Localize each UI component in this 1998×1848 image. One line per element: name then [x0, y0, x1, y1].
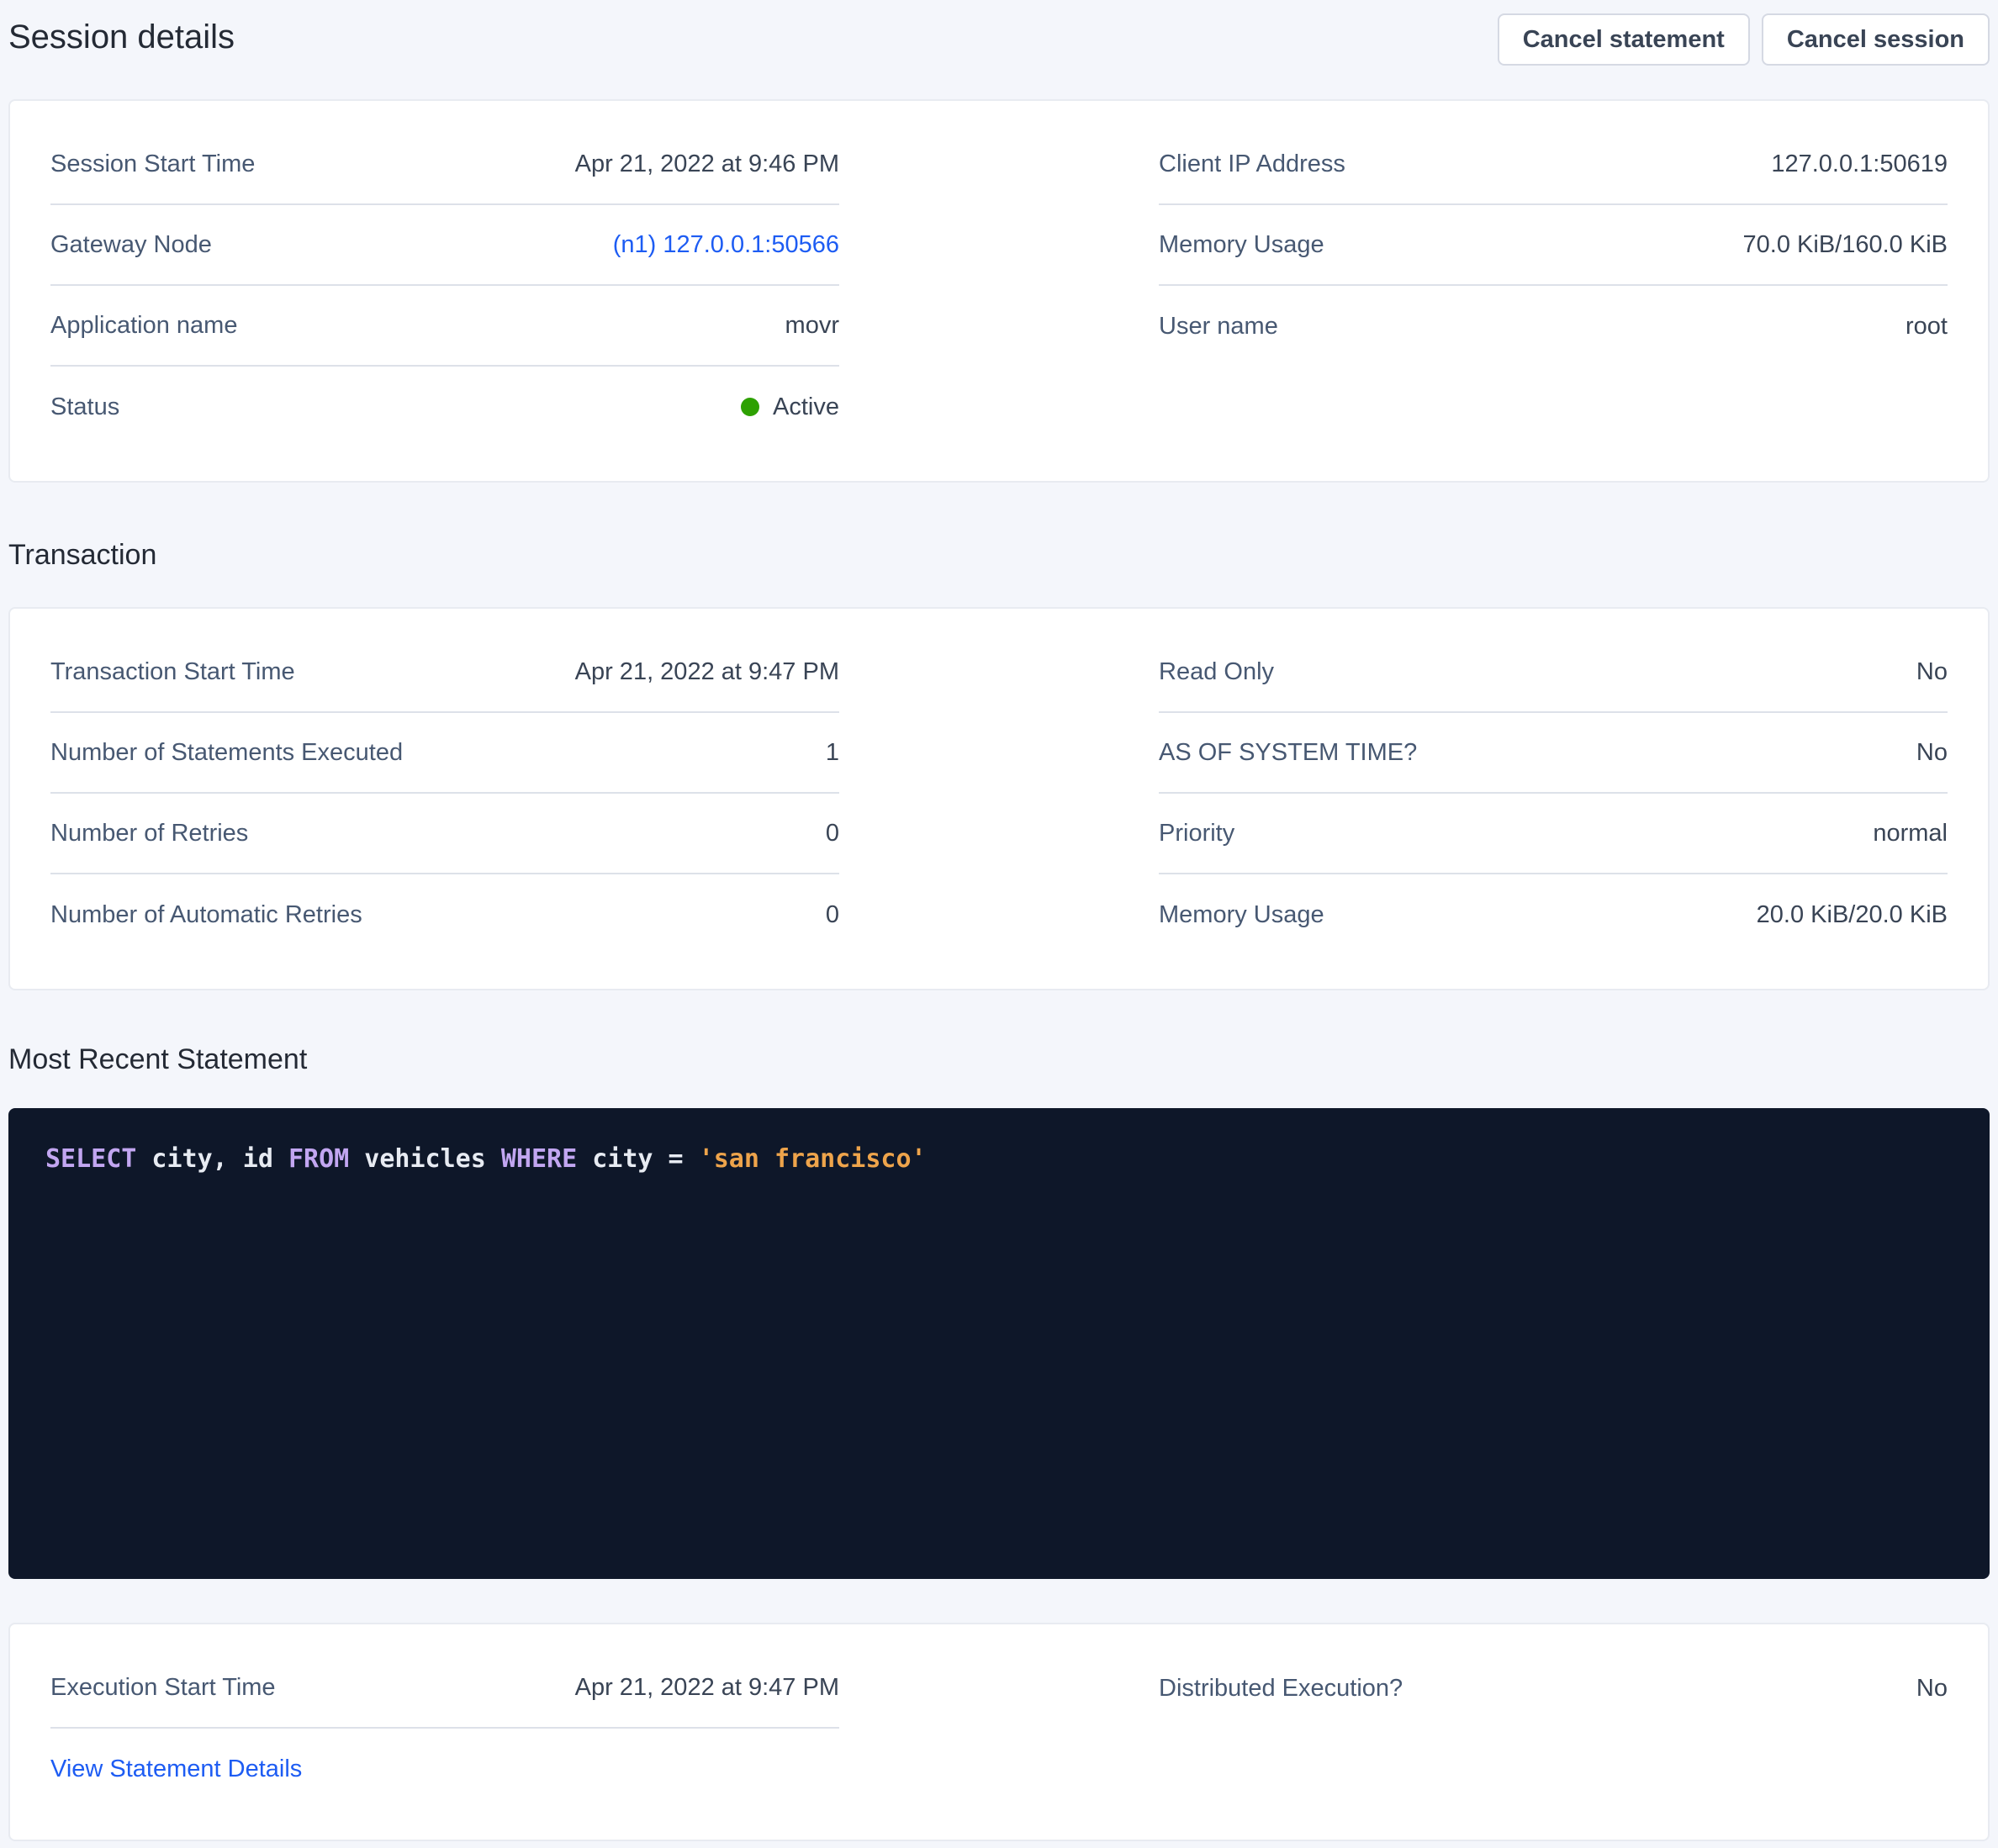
session-summary-left-column: Session Start Time Apr 21, 2022 at 9:46 P…: [50, 124, 839, 447]
page-title: Session details: [8, 13, 235, 61]
user-name-row: User name root: [1159, 286, 1948, 367]
number-of-statements-executed-value: 1: [826, 739, 839, 767]
status-active-dot-icon: [741, 398, 759, 416]
number-of-retries-value: 0: [826, 820, 839, 847]
execution-card: Execution Start Time Apr 21, 2022 at 9:47…: [8, 1623, 1990, 1841]
memory-usage-label: Memory Usage: [1159, 231, 1324, 259]
status-row: Status Active: [50, 367, 839, 447]
number-of-automatic-retries-label: Number of Automatic Retries: [50, 901, 362, 929]
page-header: Session details Cancel statement Cancel …: [8, 0, 1990, 66]
session-summary-right-column: Client IP Address 127.0.0.1:50619 Memory U…: [1159, 124, 1948, 447]
view-statement-details-row: View Statement Details: [50, 1729, 839, 1809]
status-value: Active: [741, 393, 839, 421]
sql-statement-text: SELECT city, id FROM vehicles WHERE city…: [45, 1142, 1953, 1177]
read-only-row: Read Only No: [1159, 632, 1948, 713]
distributed-execution-value: No: [1916, 1675, 1948, 1703]
number-of-automatic-retries-row: Number of Automatic Retries 0: [50, 874, 839, 955]
memory-usage-label: Memory Usage: [1159, 901, 1324, 929]
memory-usage-row: Memory Usage 70.0 KiB/160.0 KiB: [1159, 205, 1948, 286]
sql-token-string: 'san francisco': [699, 1144, 927, 1174]
read-only-label: Read Only: [1159, 658, 1274, 686]
distributed-execution-row: Distributed Execution? No: [1159, 1648, 1948, 1729]
user-name-label: User name: [1159, 313, 1278, 341]
execution-left-column: Execution Start Time Apr 21, 2022 at 9:47…: [50, 1648, 839, 1809]
sql-token-plain: vehicles: [349, 1144, 501, 1174]
status-label: Status: [50, 393, 119, 421]
as-of-system-time-row: AS OF SYSTEM TIME? No: [1159, 713, 1948, 794]
sql-statement-box: SELECT city, id FROM vehicles WHERE city…: [8, 1108, 1990, 1579]
user-name-value: root: [1906, 313, 1948, 341]
client-ip-address-value: 127.0.0.1:50619: [1771, 150, 1948, 178]
number-of-statements-executed-row: Number of Statements Executed 1: [50, 713, 839, 794]
session-details-page: Session details Cancel statement Cancel …: [0, 0, 1998, 1848]
transaction-start-time-label: Transaction Start Time: [50, 658, 295, 686]
gateway-node-value-link[interactable]: (n1) 127.0.0.1:50566: [613, 231, 839, 259]
transaction-right-column: Read Only No AS OF SYSTEM TIME? No Priority n…: [1159, 632, 1948, 955]
application-name-row: Application name movr: [50, 286, 839, 367]
number-of-automatic-retries-value: 0: [826, 901, 839, 929]
sql-token-keyword: WHERE: [501, 1144, 577, 1174]
session-start-time-label: Session Start Time: [50, 150, 255, 178]
client-ip-address-row: Client IP Address 127.0.0.1:50619: [1159, 124, 1948, 205]
application-name-label: Application name: [50, 312, 237, 340]
transaction-start-time-row: Transaction Start Time Apr 21, 2022 at 9:…: [50, 632, 839, 713]
execution-columns: Execution Start Time Apr 21, 2022 at 9:47…: [50, 1648, 1948, 1809]
most-recent-statement-heading: Most Recent Statement: [8, 1041, 1990, 1078]
distributed-execution-label: Distributed Execution?: [1159, 1675, 1403, 1703]
execution-start-time-row: Execution Start Time Apr 21, 2022 at 9:47…: [50, 1648, 839, 1729]
read-only-value: No: [1916, 658, 1948, 686]
sql-token-keyword: FROM: [288, 1144, 349, 1174]
client-ip-address-label: Client IP Address: [1159, 150, 1345, 178]
status-text: Active: [773, 393, 839, 421]
number-of-retries-label: Number of Retries: [50, 820, 248, 847]
cancel-statement-button[interactable]: Cancel statement: [1498, 13, 1750, 66]
memory-usage-value: 70.0 KiB/160.0 KiB: [1743, 231, 1948, 259]
number-of-statements-executed-label: Number of Statements Executed: [50, 739, 403, 767]
sql-token-plain: city =: [577, 1144, 699, 1174]
gateway-node-label: Gateway Node: [50, 231, 212, 259]
transaction-left-column: Transaction Start Time Apr 21, 2022 at 9:…: [50, 632, 839, 955]
as-of-system-time-label: AS OF SYSTEM TIME?: [1159, 739, 1417, 767]
session-summary-card: Session Start Time Apr 21, 2022 at 9:46 P…: [8, 99, 1990, 483]
priority-row: Priority normal: [1159, 794, 1948, 874]
number-of-retries-row: Number of Retries 0: [50, 794, 839, 874]
session-start-time-row: Session Start Time Apr 21, 2022 at 9:46 P…: [50, 124, 839, 205]
execution-start-time-label: Execution Start Time: [50, 1674, 276, 1702]
transaction-heading: Transaction: [8, 536, 1990, 573]
header-actions: Cancel statement Cancel session: [1498, 13, 1990, 66]
priority-value: normal: [1873, 820, 1948, 847]
gateway-node-row: Gateway Node (n1) 127.0.0.1:50566: [50, 205, 839, 286]
cancel-session-button[interactable]: Cancel session: [1762, 13, 1990, 66]
session-summary-columns: Session Start Time Apr 21, 2022 at 9:46 P…: [50, 124, 1948, 447]
sql-token-keyword: SELECT: [45, 1144, 136, 1174]
view-statement-details-link[interactable]: View Statement Details: [50, 1756, 302, 1783]
transaction-start-time-value: Apr 21, 2022 at 9:47 PM: [575, 658, 839, 686]
priority-label: Priority: [1159, 820, 1234, 847]
execution-right-column: Distributed Execution? No: [1159, 1648, 1948, 1809]
memory-usage-value: 20.0 KiB/20.0 KiB: [1757, 901, 1948, 929]
memory-usage-row: Memory Usage 20.0 KiB/20.0 KiB: [1159, 874, 1948, 955]
session-start-time-value: Apr 21, 2022 at 9:46 PM: [575, 150, 839, 178]
transaction-card: Transaction Start Time Apr 21, 2022 at 9:…: [8, 607, 1990, 990]
application-name-value: movr: [785, 312, 839, 340]
execution-start-time-value: Apr 21, 2022 at 9:47 PM: [575, 1674, 839, 1702]
sql-token-plain: city, id: [136, 1144, 288, 1174]
as-of-system-time-value: No: [1916, 739, 1948, 767]
transaction-columns: Transaction Start Time Apr 21, 2022 at 9:…: [50, 632, 1948, 955]
